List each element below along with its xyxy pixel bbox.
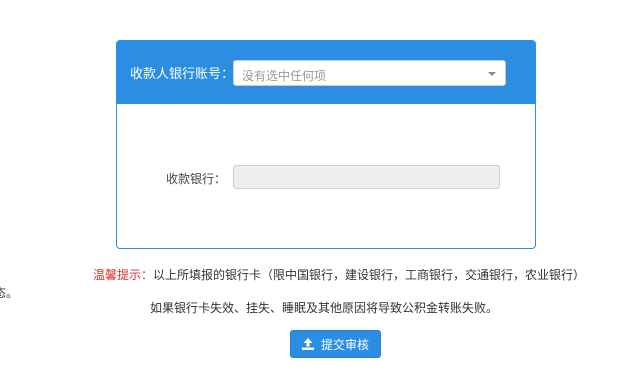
bank-info-panel: 收款人银行账号： 没有选中任何项 <box>116 40 536 249</box>
truncated-edge-text: 态。 <box>0 286 19 300</box>
notice-line-1: 温馨提示：以上所填报的银行卡（限中国银行，建设银行，工商银行，交通银行，农业银行… <box>93 266 585 283</box>
notice-text-1: 以上所填报的银行卡（限中国银行，建设银行，工商银行，交通银行，农业银行） <box>153 268 586 282</box>
page: 态。 收款人银行账号： 没有选中任何项 收款银行： 温馨提示：以上所填报的银行卡… <box>0 0 640 385</box>
submit-button-label: 提交审核 <box>320 337 369 352</box>
bank-field <box>233 165 500 189</box>
submit-review-button[interactable]: 提交审核 <box>290 330 381 358</box>
caret-down-icon <box>488 72 496 76</box>
account-select[interactable]: 没有选中任何项 <box>233 60 506 86</box>
account-select-value: 没有选中任何项 <box>242 69 327 83</box>
account-label: 收款人银行账号： <box>130 67 235 82</box>
panel-header: 收款人银行账号： 没有选中任何项 <box>117 41 535 104</box>
warning-label: 温馨提示： <box>93 268 154 282</box>
upload-icon <box>301 338 314 350</box>
bank-label: 收款银行： <box>166 172 227 186</box>
notice-line-2: 如果银行卡失效、挂失、睡眠及其他原因将导致公积金转账失败。 <box>150 301 499 315</box>
